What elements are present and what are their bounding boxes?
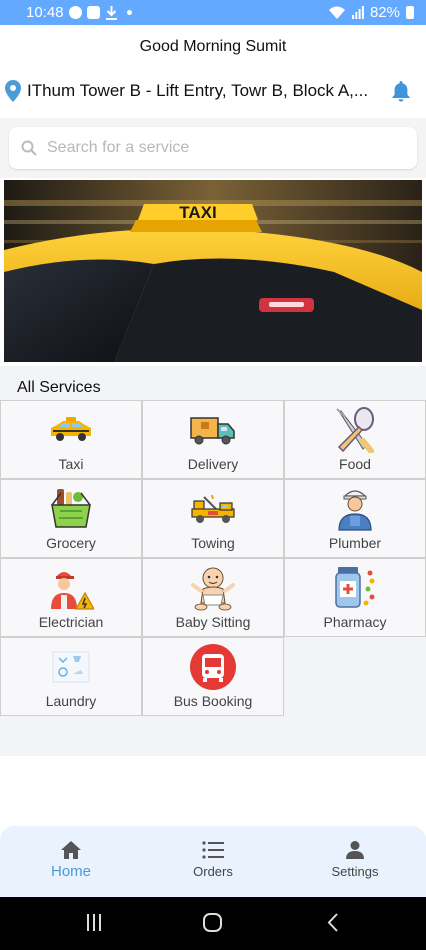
location-pin-icon xyxy=(5,80,21,102)
nav-home[interactable]: Home xyxy=(0,826,142,897)
home-circle-icon[interactable] xyxy=(203,913,222,932)
service-label: Plumber xyxy=(328,535,382,551)
nav-orders[interactable]: Orders xyxy=(142,826,284,897)
service-tile-laundry[interactable]: Laundry xyxy=(0,637,142,716)
baby-icon xyxy=(190,565,236,611)
service-tile-baby-sitting[interactable]: Baby Sitting xyxy=(142,558,284,637)
taxi-icon xyxy=(48,407,94,453)
service-tile-electrician[interactable]: Electrician xyxy=(0,558,142,637)
signal-icon xyxy=(351,6,364,19)
location-address: IThum Tower B - Lift Entry, Towr B, Bloc… xyxy=(27,81,369,100)
dot-icon xyxy=(126,10,132,15)
bus-icon xyxy=(190,644,236,690)
search-icon xyxy=(21,140,37,156)
laundry-icon xyxy=(48,644,94,690)
service-label: Baby Sitting xyxy=(175,614,251,630)
skype-icon xyxy=(68,6,82,19)
greeting: Good Morning Sumit xyxy=(139,38,287,55)
tow-truck-icon xyxy=(190,486,236,532)
list-icon xyxy=(202,841,224,859)
service-label: Towing xyxy=(191,535,235,551)
back-icon[interactable] xyxy=(327,913,338,932)
search-box[interactable] xyxy=(9,127,417,169)
bottom-navigation: Home Orders Settings xyxy=(0,826,426,897)
food-icon xyxy=(332,407,378,453)
service-tile-grocery[interactable]: Grocery xyxy=(0,479,142,558)
system-navigation-bar xyxy=(0,897,426,950)
nav-label: Settings xyxy=(331,864,379,879)
service-tile-towing[interactable]: Towing xyxy=(142,479,284,558)
service-label: Bus Booking xyxy=(173,693,253,709)
grocery-basket-icon xyxy=(48,486,94,532)
service-tile-delivery[interactable]: Delivery xyxy=(142,400,284,479)
battery-icon xyxy=(406,6,414,19)
taxi-sign-text: TAXI xyxy=(179,203,216,222)
service-label: Taxi xyxy=(58,456,84,472)
section-title: All Services xyxy=(17,379,101,396)
service-label: Laundry xyxy=(45,693,97,709)
gallery-icon xyxy=(86,6,100,19)
search-area xyxy=(0,118,426,178)
service-tile-plumber[interactable]: Plumber xyxy=(284,479,426,558)
service-label: Delivery xyxy=(187,456,239,472)
nav-label: Orders xyxy=(193,864,233,879)
location-selector[interactable]: IThum Tower B - Lift Entry, Towr B, Bloc… xyxy=(5,78,421,104)
service-label: Food xyxy=(339,456,371,472)
nav-settings[interactable]: Settings xyxy=(284,826,426,897)
person-icon xyxy=(346,841,364,859)
service-label: Grocery xyxy=(46,535,96,551)
service-tile-food[interactable]: Food xyxy=(284,400,426,479)
service-label: Pharmacy xyxy=(323,614,387,630)
home-icon xyxy=(61,841,81,859)
nav-label: Home xyxy=(50,863,91,880)
pharmacy-icon xyxy=(332,565,378,611)
service-label: Electrician xyxy=(38,614,104,630)
recents-icon[interactable] xyxy=(87,914,101,931)
bell-icon[interactable] xyxy=(391,80,411,102)
taxi-banner-image: TAXI xyxy=(4,180,422,362)
service-tile-bus-booking[interactable]: Bus Booking xyxy=(142,637,284,716)
status-bar: 10:48 82% xyxy=(0,0,426,25)
service-tile-taxi[interactable]: Taxi xyxy=(0,400,142,479)
services-section: All Services Taxi Delivery Food Grocery … xyxy=(0,366,426,756)
plumber-icon xyxy=(332,486,378,532)
service-tile-pharmacy[interactable]: Pharmacy xyxy=(284,558,426,637)
battery-percent: 82% xyxy=(369,4,400,21)
delivery-truck-icon xyxy=(190,407,236,453)
electrician-icon xyxy=(48,565,94,611)
promo-banner[interactable]: TAXI xyxy=(4,180,422,362)
download-icon xyxy=(105,5,117,20)
search-input[interactable] xyxy=(47,139,387,157)
wifi-icon xyxy=(328,6,345,19)
status-time: 10:48 xyxy=(26,4,64,21)
